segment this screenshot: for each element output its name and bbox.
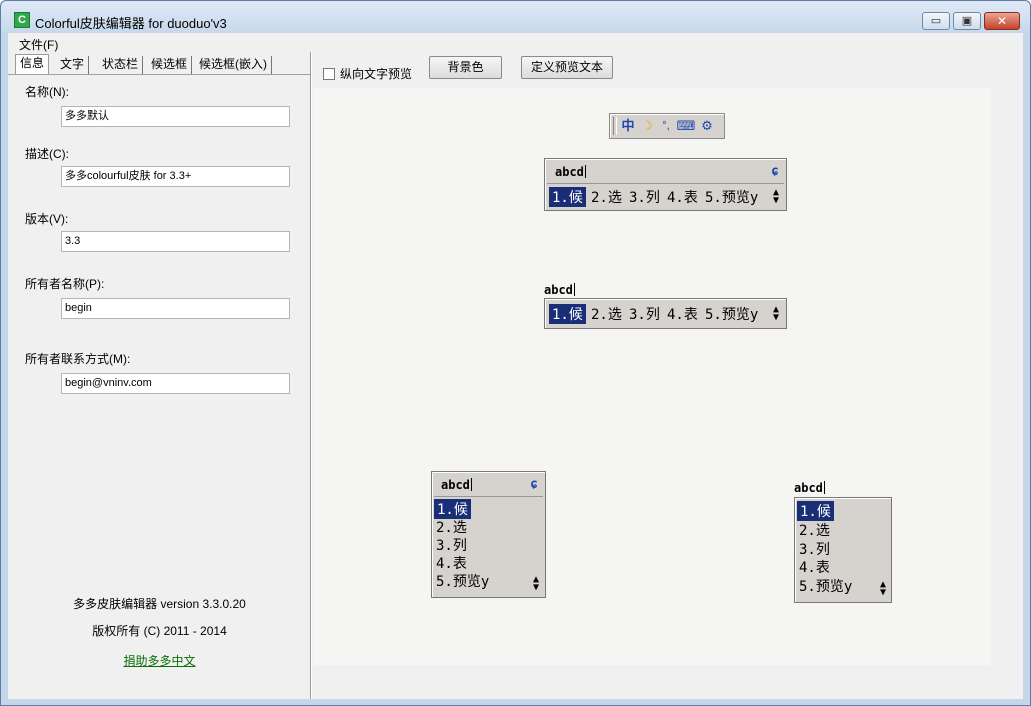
name-label: 名称(N): xyxy=(25,85,69,99)
halfwidth-moon-icon[interactable]: ☽ xyxy=(639,118,655,134)
app-version-text: 多多皮肤编辑器 version 3.3.0.20 xyxy=(73,597,246,611)
vertical-candidate-embedded: 1.候 2.选 3.列 4.表 5.预览y ▲ ▼ xyxy=(794,497,892,603)
page-up-down-icon[interactable]: ▲ ▼ xyxy=(531,575,541,593)
candidate-4[interactable]: 4.表 xyxy=(799,557,830,577)
vertical-candidate-window: abcd ɕ 1.候 2.选 3.列 4.表 5.预览y ▲ ▼ xyxy=(431,471,546,598)
composition-text: abcd xyxy=(555,165,586,179)
tab-statusbar[interactable]: 状态栏 xyxy=(98,56,144,74)
horizontal-candidate-window: abcd ɕ 1.候 2.选 3.列 4.表 5.预览y ▲ ▼ xyxy=(544,158,787,211)
contact-label: 所有者联系方式(M): xyxy=(25,352,131,366)
window-title: Colorful皮肤编辑器 for duoduo'v3 xyxy=(35,16,227,31)
tab-candidate[interactable]: 候选框 xyxy=(147,56,193,74)
vertical-preview-label: 纵向文字预览 xyxy=(340,67,413,81)
background-color-button[interactable]: 背景色 xyxy=(429,56,502,79)
tab-info[interactable]: 信息 xyxy=(15,54,50,74)
composition-text-embedded: abcd xyxy=(544,283,575,297)
candidate-5[interactable]: 5.预览y xyxy=(436,571,489,591)
tab-candidate-embedded[interactable]: 候选框(嵌入) xyxy=(195,56,272,74)
candidate-2[interactable]: 2.选 xyxy=(591,304,622,324)
contact-input[interactable]: begin@vninv.com xyxy=(61,373,290,394)
name-input[interactable]: 多多默认 xyxy=(61,106,290,127)
candidate-4[interactable]: 4.表 xyxy=(667,187,698,207)
settings-gear-icon[interactable]: ⚙ xyxy=(699,118,715,134)
candidate-4[interactable]: 4.表 xyxy=(667,304,698,324)
composition-text: abcd xyxy=(441,478,472,492)
candidate-1[interactable]: 1.候 xyxy=(797,501,834,521)
horizontal-candidate-embedded: 1.候 2.选 3.列 4.表 5.预览y ▲ ▼ xyxy=(544,298,787,329)
tab-divider xyxy=(8,74,311,75)
info-panel: 信息 文字 状态栏 候选框 候选框(嵌入) 名称(N): 多多默认 描述(C):… xyxy=(8,52,311,699)
owner-label: 所有者名称(P): xyxy=(25,277,105,291)
description-label: 描述(C): xyxy=(25,147,69,161)
candidate-2[interactable]: 2.选 xyxy=(436,517,467,537)
donate-link[interactable]: 捐助多多中文 xyxy=(123,654,195,668)
candidate-4[interactable]: 4.表 xyxy=(436,553,467,573)
candidate-1[interactable]: 1.候 xyxy=(549,187,586,207)
page-up-down-icon[interactable]: ▲ ▼ xyxy=(771,188,781,206)
candidate-3[interactable]: 3.列 xyxy=(436,535,467,555)
minimize-icon: ▭ xyxy=(930,15,942,27)
tab-text[interactable]: 文字 xyxy=(56,56,90,74)
client-area: 文件(F) 信息 文字 状态栏 候选框 候选框(嵌入) 名称(N): 多多默认 … xyxy=(8,33,1023,699)
vertical-preview-checkbox[interactable]: 纵向文字预览 xyxy=(323,65,412,82)
divider xyxy=(434,496,543,497)
chinese-mode-icon[interactable]: 中 xyxy=(620,118,636,134)
description-input[interactable]: 多多colourful皮肤 for 3.3+ xyxy=(61,166,290,187)
composition-text-embedded: abcd xyxy=(794,481,825,495)
checkbox-box[interactable] xyxy=(323,68,335,80)
candidate-2[interactable]: 2.选 xyxy=(799,520,830,540)
divider xyxy=(547,183,784,184)
custom-preview-text-button[interactable]: 定义预览文本 xyxy=(521,56,613,79)
menu-file[interactable]: 文件(F) xyxy=(19,36,58,53)
candidate-5[interactable]: 5.预览y xyxy=(705,304,758,324)
page-up-down-icon[interactable]: ▲ ▼ xyxy=(878,580,888,598)
version-input[interactable]: 3.3 xyxy=(61,231,290,252)
version-label: 版本(V): xyxy=(25,212,69,226)
candidate-2[interactable]: 2.选 xyxy=(591,187,622,207)
app-icon: C xyxy=(14,12,30,28)
close-icon: ✕ xyxy=(996,14,1008,28)
minimize-button[interactable]: ▭ xyxy=(922,12,950,30)
candidate-5[interactable]: 5.预览y xyxy=(799,576,852,596)
language-icon: ɕ xyxy=(530,477,538,492)
punctuation-icon[interactable]: °, xyxy=(658,118,674,134)
menu-bar: 文件(F) xyxy=(8,33,1023,52)
close-button[interactable]: ✕ xyxy=(984,12,1020,30)
title-bar[interactable]: C Colorful皮肤编辑器 for duoduo'v3 ▭ ▣ ✕ xyxy=(1,1,1030,33)
panel-splitter[interactable] xyxy=(310,52,312,699)
candidate-1[interactable]: 1.候 xyxy=(549,304,586,324)
maximize-button[interactable]: ▣ xyxy=(953,12,981,30)
language-icon: ɕ xyxy=(771,164,779,179)
preview-canvas: 中 ☽ °, ⌨ ⚙ abcd ɕ 1.候 2.选 3.列 4.表 5.预览y … xyxy=(313,88,991,665)
maximize-icon: ▣ xyxy=(961,15,973,27)
owner-input[interactable]: begin xyxy=(61,298,290,319)
main-window: C Colorful皮肤编辑器 for duoduo'v3 ▭ ▣ ✕ 文件(F… xyxy=(0,0,1031,706)
ime-status-bar[interactable]: 中 ☽ °, ⌨ ⚙ xyxy=(609,113,725,139)
ime-bar-handle-icon[interactable] xyxy=(613,117,617,135)
soft-keyboard-icon[interactable]: ⌨ xyxy=(676,118,696,134)
candidate-3[interactable]: 3.列 xyxy=(629,304,660,324)
candidate-3[interactable]: 3.列 xyxy=(799,539,830,559)
candidate-3[interactable]: 3.列 xyxy=(629,187,660,207)
candidate-5[interactable]: 5.预览y xyxy=(705,187,758,207)
page-up-down-icon[interactable]: ▲ ▼ xyxy=(771,305,781,323)
candidate-1[interactable]: 1.候 xyxy=(434,499,471,519)
copyright-text: 版权所有 (C) 2011 - 2014 xyxy=(92,624,227,638)
